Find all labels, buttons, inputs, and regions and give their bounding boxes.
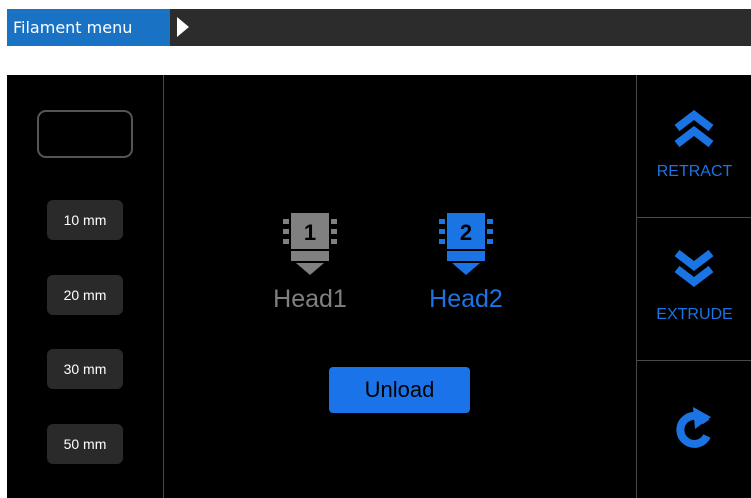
refresh-icon (676, 407, 711, 448)
extrude-label: EXTRUDE (656, 306, 733, 323)
head-select-panel: 1 Head1 2 Head2 Unload (164, 75, 636, 498)
step-30mm-button[interactable]: 30 mm (47, 349, 123, 389)
double-chevron-down-icon (674, 249, 714, 288)
svg-text:2: 2 (460, 220, 472, 245)
title-bar: Filament menu (7, 9, 751, 46)
double-chevron-up-icon (674, 109, 714, 148)
amount-display (37, 110, 133, 158)
unload-button[interactable]: Unload (329, 367, 470, 413)
reset-button[interactable] (637, 361, 751, 498)
step-10mm-button[interactable]: 10 mm (47, 200, 123, 240)
feed-control-panel: RETRACT EXTRUDE (636, 75, 751, 498)
retract-button[interactable]: RETRACT (637, 75, 751, 218)
extrude-button[interactable]: EXTRUDE (637, 218, 751, 361)
step-panel: 10 mm 20 mm 30 mm 50 mm (7, 75, 164, 498)
page-title: Filament menu (7, 9, 170, 46)
chevron-right-icon (177, 17, 189, 37)
step-20mm-button[interactable]: 20 mm (47, 275, 123, 315)
printhead-icon: 2 (439, 213, 493, 275)
svg-text:1: 1 (304, 220, 316, 245)
printhead-icon: 1 (283, 213, 337, 275)
retract-label: RETRACT (656, 163, 733, 180)
head1-label: Head1 (273, 285, 347, 313)
step-50mm-button[interactable]: 50 mm (47, 424, 123, 464)
printer-screen: 10 mm 20 mm 30 mm 50 mm 1 Head1 2 Head2 … (7, 75, 751, 498)
head2-label: Head2 (429, 285, 503, 313)
head1-button[interactable]: 1 Head1 (260, 213, 360, 314)
head2-button[interactable]: 2 Head2 (416, 213, 516, 314)
